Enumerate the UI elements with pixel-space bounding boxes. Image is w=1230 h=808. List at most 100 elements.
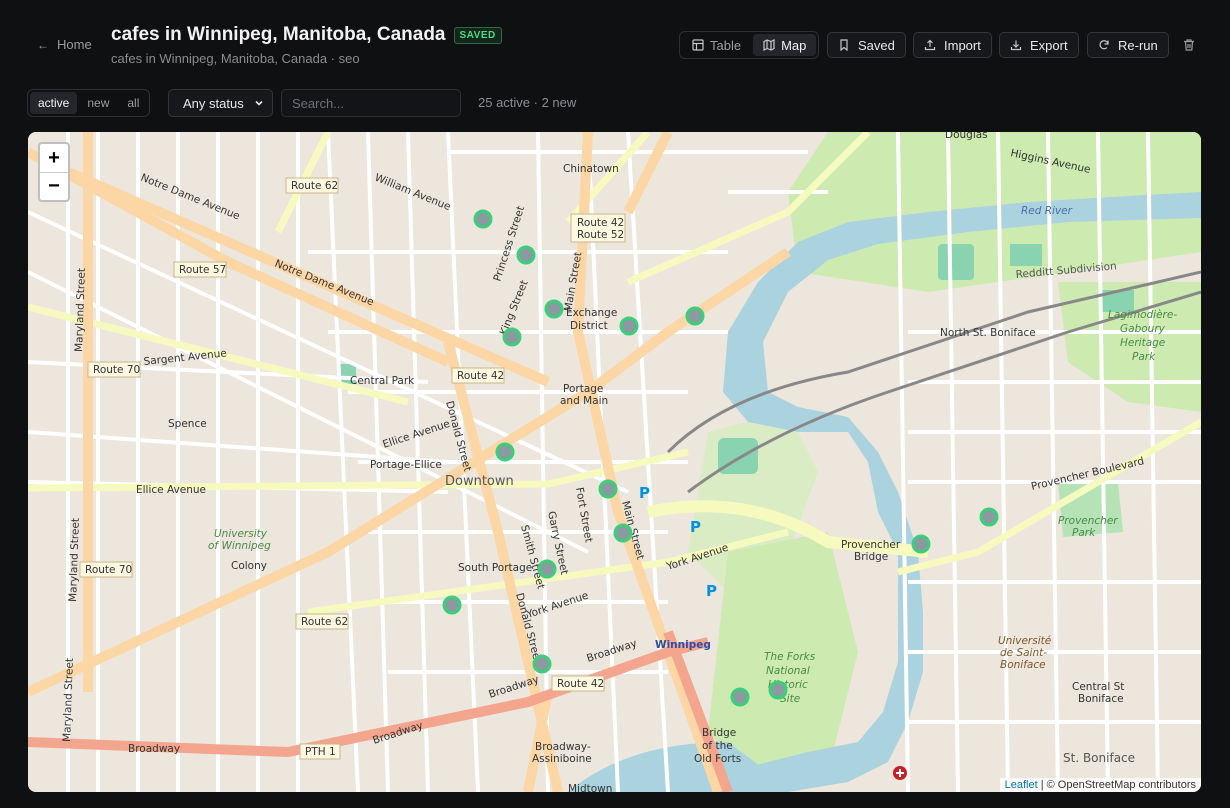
trash-icon[interactable] xyxy=(1182,38,1196,52)
label-north-st-boniface: North St. Boniface xyxy=(940,327,1036,339)
svg-text:P: P xyxy=(706,582,717,600)
label-chinatown: Chinatown xyxy=(563,163,619,175)
label-broadway-assiniboine2: Assiniboine xyxy=(532,753,592,765)
label-central-st-boniface: Central St xyxy=(1072,681,1124,693)
label-district: District xyxy=(570,320,608,332)
page-header: ← Home cafes in Winnipeg, Manitoba, Cana… xyxy=(0,0,1230,80)
label-usb2: de Saint- xyxy=(1000,647,1047,659)
map-view-button[interactable]: Map xyxy=(753,34,817,56)
map-view[interactable]: Chinatown Downtown Exchange District Cen… xyxy=(28,132,1201,792)
result-counts: 25 active · 2 new xyxy=(478,95,577,110)
label-the-forks2: National xyxy=(766,665,810,677)
cafe-marker[interactable] xyxy=(502,327,522,347)
label-downtown: Downtown xyxy=(445,474,514,489)
cafe-marker[interactable] xyxy=(516,245,536,265)
search-input[interactable] xyxy=(281,89,461,117)
table-view-button[interactable]: Table xyxy=(682,34,751,56)
label-provencher-bridge2: Bridge xyxy=(854,551,888,563)
label-uw2: of Winnipeg xyxy=(208,540,271,552)
label-lagimodiere: Lagimodière- xyxy=(1108,309,1177,321)
label-red-river: Red River xyxy=(1021,205,1073,217)
download-icon xyxy=(1010,40,1022,51)
import-label: Import xyxy=(944,37,981,53)
label-spence: Spence xyxy=(168,418,207,430)
shield-route70b: Route 70 xyxy=(85,564,132,576)
export-button[interactable]: Export xyxy=(999,32,1079,58)
osm-attribution: | © OpenStreetMap contributors xyxy=(1040,779,1196,791)
map-view-label: Map xyxy=(781,37,807,53)
status-select-value: Any status xyxy=(183,95,244,111)
label-midtown: Midtown xyxy=(568,783,612,792)
cafe-marker[interactable] xyxy=(911,534,931,554)
shield-pth1: PTH 1 xyxy=(305,746,336,758)
status-badge: SAVED xyxy=(453,26,502,44)
filter-tab-new[interactable]: new xyxy=(79,92,117,114)
table-view-label: Table xyxy=(710,37,742,53)
label-winnipeg-station: Winnipeg xyxy=(655,639,711,651)
label-lagimodiere2: Gaboury xyxy=(1120,323,1166,335)
park-area xyxy=(1010,244,1042,266)
import-button[interactable]: Import xyxy=(913,32,992,58)
shield-route62b: Route 62 xyxy=(301,616,348,628)
label-ellice: Ellice Avenue xyxy=(136,484,206,496)
label-south-portage: South Portage xyxy=(458,562,532,574)
zoom-out-button[interactable]: − xyxy=(40,172,68,200)
label-the-forks: The Forks xyxy=(764,651,816,663)
label-and-main: and Main xyxy=(560,395,608,407)
cafe-marker[interactable] xyxy=(442,595,462,615)
cafe-marker[interactable] xyxy=(473,209,493,229)
filter-tab-all[interactable]: all xyxy=(119,92,147,114)
map-icon xyxy=(763,39,775,51)
label-provencher-park: Provencher xyxy=(1058,515,1118,527)
label-bridge-old-forts3: Old Forts xyxy=(694,753,741,765)
svg-text:P: P xyxy=(690,518,701,536)
label-portage: Portage xyxy=(563,383,603,395)
svg-text:P: P xyxy=(639,484,650,502)
home-link[interactable]: ← Home xyxy=(37,37,92,52)
label-lagimodiere4: Park xyxy=(1132,351,1156,363)
label-central-park: Central Park xyxy=(350,375,415,387)
map-tiles[interactable]: Chinatown Downtown Exchange District Cen… xyxy=(28,132,1201,792)
leaflet-link[interactable]: Leaflet xyxy=(1005,779,1038,791)
shield-route62: Route 62 xyxy=(291,180,338,192)
shield-route57: Route 57 xyxy=(179,264,226,276)
label-st-boniface: St. Boniface xyxy=(1063,751,1135,765)
map-attribution: Leaflet | © OpenStreetMap contributors xyxy=(999,778,1201,792)
rerun-button[interactable]: Re-run xyxy=(1087,32,1169,58)
shield-route42-52b: Route 52 xyxy=(577,229,624,241)
bookmark-icon xyxy=(840,39,848,51)
cafe-marker[interactable] xyxy=(613,523,633,543)
cafe-marker[interactable] xyxy=(495,442,515,462)
chevron-down-icon xyxy=(255,100,263,106)
cafe-marker[interactable] xyxy=(768,680,788,700)
cafe-marker[interactable] xyxy=(979,507,999,527)
cafe-marker[interactable] xyxy=(685,306,705,326)
label-bridge-old-forts: Bridge xyxy=(702,727,736,739)
shield-route70: Route 70 xyxy=(93,364,140,376)
table-icon xyxy=(692,39,704,51)
cafe-marker[interactable] xyxy=(619,316,639,336)
filter-tab-active[interactable]: active xyxy=(30,92,78,114)
cafe-marker[interactable] xyxy=(532,654,552,674)
label-colony: Colony xyxy=(231,560,267,572)
status-select[interactable]: Any status xyxy=(168,89,273,117)
label-provencher-park2: Park xyxy=(1072,527,1096,539)
view-toggle: Table Map xyxy=(679,31,820,59)
label-bridge-old-forts2: of the xyxy=(702,740,733,752)
label-portage-ellice: Portage-Ellice xyxy=(370,459,442,471)
label-lagimodiere3: Heritage xyxy=(1120,337,1165,349)
export-label: Export xyxy=(1030,37,1068,53)
label-broadway-assiniboine: Broadway- xyxy=(535,741,591,753)
cafe-marker[interactable] xyxy=(730,687,750,707)
label-provencher-bridge: Provencher xyxy=(841,539,901,551)
saved-button[interactable]: Saved xyxy=(827,32,906,58)
shield-route42: Route 42 xyxy=(457,370,504,382)
cafe-marker[interactable] xyxy=(544,299,564,319)
cafe-marker[interactable] xyxy=(598,479,618,499)
label-usb: Université xyxy=(998,635,1052,647)
page-subtitle: cafes in Winnipeg, Manitoba, Canada · se… xyxy=(111,51,360,66)
arrow-left-icon: ← xyxy=(37,37,49,52)
zoom-in-button[interactable]: + xyxy=(40,144,68,172)
cafe-marker[interactable] xyxy=(537,559,557,579)
shield-route42-52a: Route 42 xyxy=(577,217,624,229)
